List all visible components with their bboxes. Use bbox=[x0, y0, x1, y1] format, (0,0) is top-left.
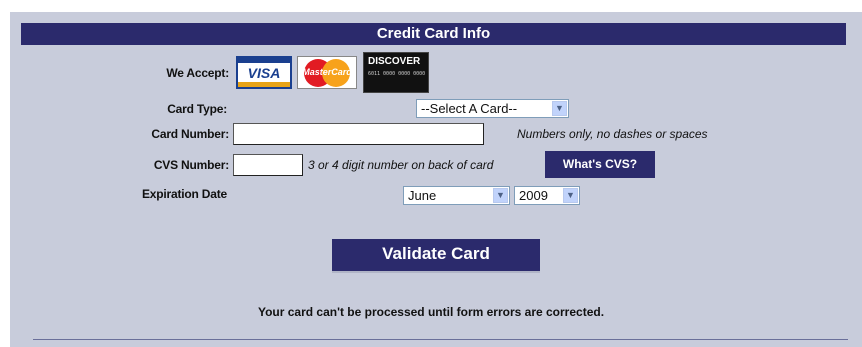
expiration-date-label: Expiration Date bbox=[141, 187, 227, 201]
card-number-hint: Numbers only, no dashes or spaces bbox=[517, 127, 708, 141]
card-type-label: Card Type: bbox=[167, 102, 227, 116]
expiration-year-select[interactable]: 2009 ▼ bbox=[514, 186, 580, 205]
visa-logo: VISA bbox=[236, 56, 292, 89]
divider bbox=[33, 339, 848, 340]
we-accept-label: We Accept: bbox=[166, 66, 229, 80]
expiration-year-selected: 2009 bbox=[519, 188, 548, 203]
card-number-label: Card Number: bbox=[151, 127, 229, 141]
whats-cvs-button[interactable]: What's CVS? bbox=[545, 151, 655, 178]
card-type-selected: --Select A Card-- bbox=[421, 101, 518, 116]
card-number-input[interactable] bbox=[233, 123, 484, 145]
status-message: Your card can't be processed until form … bbox=[257, 305, 605, 319]
expiration-month-select[interactable]: June ▼ bbox=[403, 186, 510, 205]
cvs-hint: 3 or 4 digit number on back of card bbox=[308, 158, 494, 172]
section-header: Credit Card Info bbox=[21, 23, 846, 45]
cvs-number-label: CVS Number: bbox=[153, 158, 229, 172]
chevron-down-icon: ▼ bbox=[552, 101, 567, 116]
mastercard-logo: MasterCard bbox=[297, 56, 357, 89]
form-panel bbox=[10, 12, 862, 347]
expiration-month-selected: June bbox=[408, 188, 437, 203]
validate-card-button[interactable]: Validate Card bbox=[332, 239, 540, 273]
chevron-down-icon: ▼ bbox=[563, 188, 578, 203]
cvs-number-input[interactable] bbox=[233, 154, 303, 176]
card-type-select[interactable]: --Select A Card-- ▼ bbox=[416, 99, 569, 118]
discover-logo: DISCOVER 6011 0000 0000 0000 bbox=[363, 52, 429, 93]
chevron-down-icon: ▼ bbox=[493, 188, 508, 203]
